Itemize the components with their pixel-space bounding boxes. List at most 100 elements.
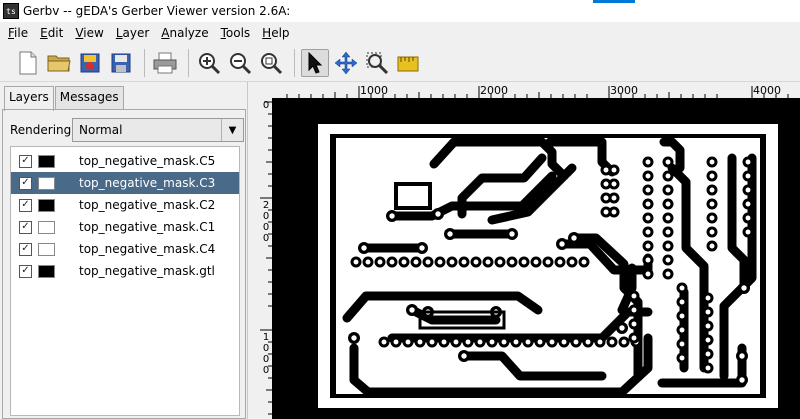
open-folder-icon[interactable]: [45, 49, 73, 77]
pcb-drill: [631, 307, 637, 313]
new-file-icon[interactable]: [14, 49, 42, 77]
tab-layers[interactable]: Layers: [4, 86, 54, 111]
menu-tools[interactable]: Tools: [215, 26, 257, 40]
pcb-drill: [405, 339, 411, 345]
rendering-label: Rendering:: [10, 123, 76, 137]
layer-visible-checkbox[interactable]: ✓: [19, 220, 32, 234]
gerber-canvas[interactable]: [272, 98, 800, 419]
pcb-drill: [665, 271, 671, 277]
pcb-drill: [453, 339, 459, 345]
pcb-drill: [611, 195, 617, 201]
menu-analyze[interactable]: Analyze: [155, 26, 214, 40]
layer-visible-checkbox[interactable]: ✓: [19, 264, 32, 278]
titlebar-accent: [593, 0, 635, 3]
pcb-drill: [533, 259, 539, 265]
layer-visible-checkbox[interactable]: ✓: [19, 176, 32, 190]
pcb-drill: [461, 259, 467, 265]
ruler-left-label: 0: [262, 365, 270, 376]
ruler-top-label: 2000: [480, 84, 508, 97]
revert-icon[interactable]: [76, 49, 104, 77]
pointer-tool-icon[interactable]: [301, 48, 329, 77]
menu-file[interactable]: File: [2, 26, 34, 40]
rendering-select[interactable]: Normal ▼: [72, 118, 244, 142]
pcb-drill: [665, 201, 671, 207]
pcb-drill: [609, 339, 615, 345]
menu-layer[interactable]: Layer: [110, 26, 155, 40]
pcb-drill: [393, 339, 399, 345]
zoom-out-icon[interactable]: [226, 49, 254, 77]
pcb-drill: [619, 325, 625, 331]
zoom-fit-icon[interactable]: [257, 49, 285, 77]
pcb-drill: [631, 293, 637, 299]
pcb-drill: [705, 365, 711, 371]
ruler-top: 1000 2000 3000 4000: [272, 82, 800, 98]
ruler-left-label: 0: [262, 233, 270, 244]
pcb-drill: [665, 159, 671, 165]
layer-color-swatch[interactable]: [38, 220, 55, 234]
pcb-drill: [389, 213, 395, 219]
layer-list: ✓ top_negative_mask.C5 ✓ top_negative_mask.…: [10, 146, 240, 416]
gerbv-app-icon: ts: [3, 3, 19, 19]
pcb-drill: [437, 259, 443, 265]
layer-row[interactable]: ✓ top_negative_mask.C5: [11, 150, 239, 172]
pcb-drill: [709, 229, 715, 235]
zoom-tool-icon[interactable]: [363, 49, 391, 77]
layer-row[interactable]: ✓ top_negative_mask.C2: [11, 194, 239, 216]
pcb-drill: [665, 229, 671, 235]
menu-view[interactable]: View: [69, 26, 109, 40]
pcb-drill: [603, 195, 609, 201]
pcb-drill: [501, 339, 507, 345]
pcb-drill: [557, 259, 563, 265]
layer-visible-checkbox[interactable]: ✓: [19, 242, 32, 256]
layer-name: top_negative_mask.C5: [79, 154, 216, 168]
pcb-drill: [489, 339, 495, 345]
pcb-drill: [611, 167, 617, 173]
pcb-drill: [705, 351, 711, 357]
layer-color-swatch[interactable]: [38, 154, 55, 168]
pcb-drill: [569, 259, 575, 265]
pcb-drill: [709, 187, 715, 193]
layer-visible-checkbox[interactable]: ✓: [19, 154, 32, 168]
layer-color-swatch[interactable]: [38, 242, 55, 256]
layer-name: top_negative_mask.C2: [79, 198, 216, 212]
toolbar-separator: [144, 48, 145, 77]
panel-tabs: Layers Messages: [4, 86, 125, 111]
layer-row[interactable]: ✓ top_negative_mask.C1: [11, 216, 239, 238]
pcb-drill: [665, 243, 671, 249]
layer-row[interactable]: ✓ top_negative_mask.C3: [11, 172, 239, 194]
pcb-drill: [705, 295, 711, 301]
zoom-in-icon[interactable]: [195, 49, 223, 77]
pcb-drill: [603, 181, 609, 187]
ruler-left-label: 1: [262, 332, 270, 343]
layer-color-swatch[interactable]: [38, 176, 55, 190]
layer-visible-checkbox[interactable]: ✓: [19, 198, 32, 212]
layer-row[interactable]: ✓ top_negative_mask.gtl: [11, 260, 239, 282]
layer-color-swatch[interactable]: [38, 264, 55, 278]
save-icon[interactable]: [107, 49, 135, 77]
print-icon[interactable]: [151, 49, 179, 77]
pcb-drill: [645, 257, 651, 263]
pcb-drill: [581, 259, 587, 265]
window-titlebar: ts Gerbv -- gEDA's Gerber Viewer version…: [0, 0, 800, 22]
pcb-drill: [679, 341, 685, 347]
pcb-drill: [521, 259, 527, 265]
ruler-left-label: 0: [262, 211, 270, 222]
pcb-drill: [389, 259, 395, 265]
layers-panel: Layers Messages Rendering: Normal ▼ ✓ top…: [0, 82, 248, 419]
chevron-down-icon[interactable]: ▼: [221, 119, 243, 141]
ruler-top-label: 3000: [610, 84, 638, 97]
pcb-drill: [631, 335, 637, 341]
menu-edit[interactable]: Edit: [34, 26, 69, 40]
ruler-left-label: 2: [262, 200, 270, 211]
pcb-drill: [705, 337, 711, 343]
pcb-drill: [679, 355, 685, 361]
measure-tool-icon[interactable]: [394, 49, 422, 77]
pcb-drill: [473, 259, 479, 265]
layer-name: top_negative_mask.C1: [79, 220, 216, 234]
menu-help[interactable]: Help: [256, 26, 295, 40]
layer-row[interactable]: ✓ top_negative_mask.C4: [11, 238, 239, 260]
pan-tool-icon[interactable]: [332, 49, 360, 77]
pcb-drill: [409, 307, 415, 313]
layer-color-swatch[interactable]: [38, 198, 55, 212]
tab-messages[interactable]: Messages: [54, 86, 124, 110]
